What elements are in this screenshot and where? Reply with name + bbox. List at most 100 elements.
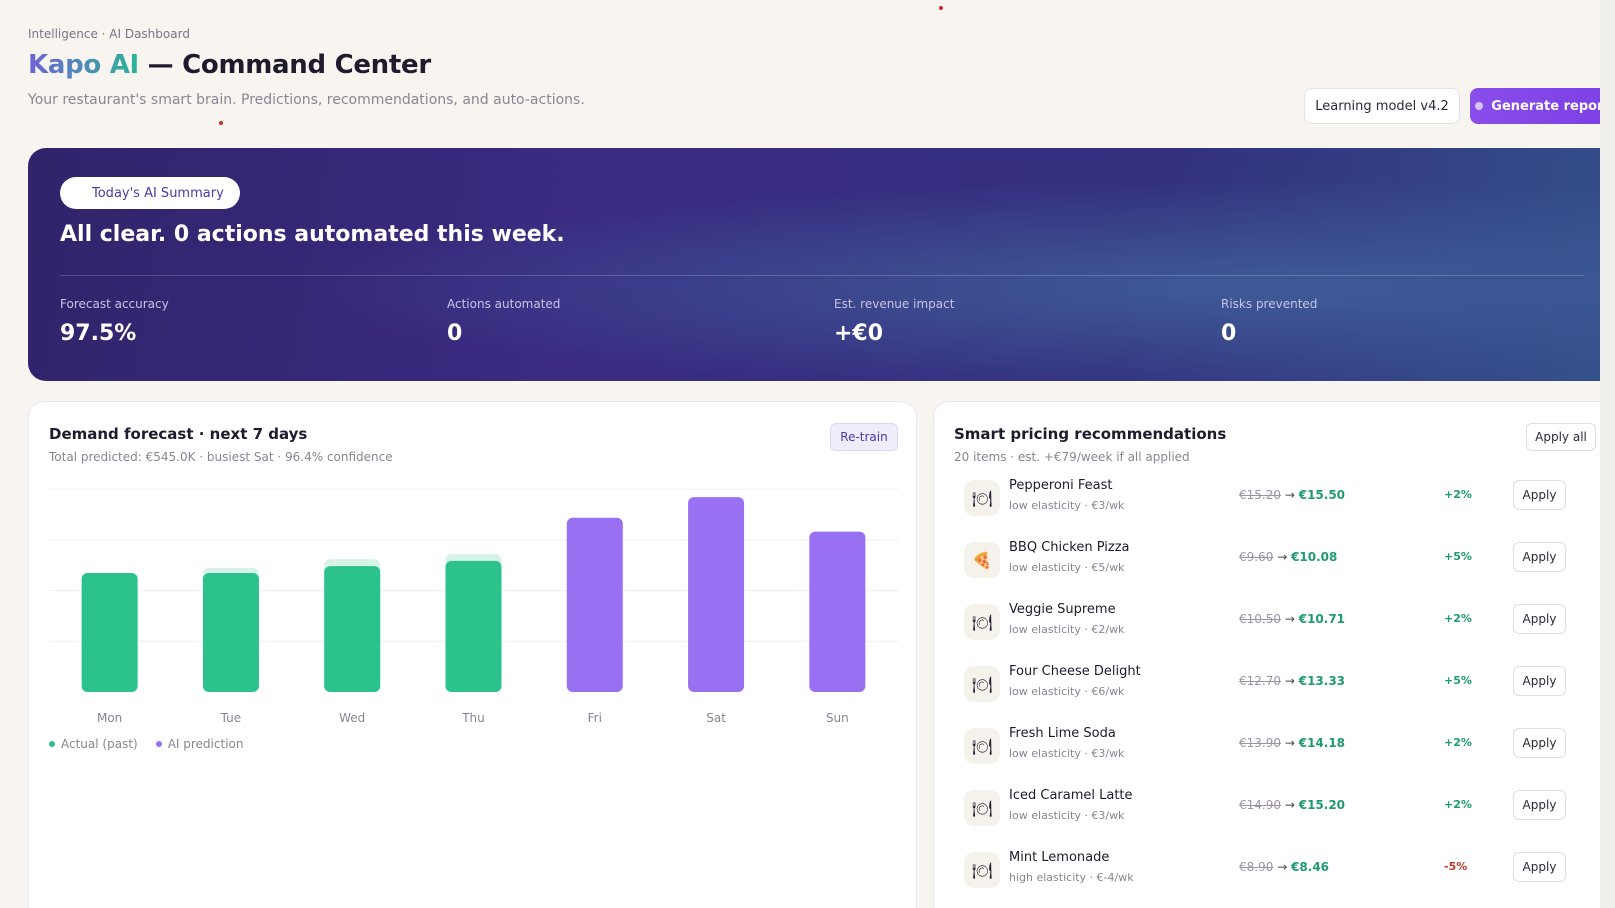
- item-name: Veggie Supreme: [1009, 602, 1116, 617]
- legend-label: Actual (past): [61, 737, 138, 751]
- bar-mon[interactable]: [81, 572, 138, 692]
- generate-report-label: Generate report: [1491, 98, 1610, 114]
- price-change: €15.20 → €15.50: [1239, 488, 1345, 502]
- dish-icon: 🍽: [964, 728, 1000, 764]
- percent-change: +2%: [1444, 736, 1472, 749]
- dish-icon: 🍽: [964, 790, 1000, 826]
- legend-swatch: [49, 741, 55, 747]
- bar-thu[interactable]: [445, 560, 502, 692]
- pricing-row: 🍽 Veggie Supreme low elasticity · €2/wk €10…: [964, 600, 1574, 656]
- card-subtitle: 20 items · est. +€79/week if all applied: [954, 450, 1190, 464]
- kpi-label: Risks prevented: [1221, 297, 1318, 311]
- apply-button[interactable]: Apply: [1513, 852, 1566, 882]
- price-change: €12.70 → €13.33: [1239, 674, 1345, 688]
- bar-fri[interactable]: [566, 517, 623, 692]
- arrow-icon: →: [1284, 798, 1295, 812]
- apply-button[interactable]: Apply: [1513, 790, 1566, 820]
- arrow-icon: →: [1277, 550, 1288, 564]
- percent-change: +2%: [1444, 798, 1472, 811]
- sparkle-icon: [1475, 102, 1484, 110]
- price-change: €9.60 → €10.08: [1239, 550, 1337, 564]
- decorative-dot: [939, 6, 943, 10]
- page-subtitle: Your restaurant's smart brain. Predictio…: [28, 92, 585, 108]
- chart-legend: Actual (past) AI prediction: [49, 737, 243, 751]
- new-price: €14.18: [1298, 736, 1346, 750]
- x-tick-label: Wed: [339, 711, 365, 725]
- ai-summary-panel: Today's AI Summary All clear. 0 actions …: [28, 148, 1615, 381]
- pricing-row: 🍽 Pepperoni Feast low elasticity · €3/wk €1…: [964, 476, 1574, 532]
- title-text: — Command Center: [138, 50, 432, 80]
- old-price: €14.90: [1239, 798, 1281, 812]
- item-name: Fresh Lime Soda: [1009, 726, 1116, 741]
- new-price: €8.46: [1291, 860, 1330, 874]
- item-name: Iced Caramel Latte: [1009, 788, 1133, 803]
- arrow-icon: →: [1284, 674, 1295, 688]
- smart-pricing-card: Smart pricing recommendations 20 items ·…: [933, 401, 1615, 908]
- item-name: Four Cheese Delight: [1009, 664, 1141, 679]
- x-tick-label: Sun: [826, 711, 849, 725]
- learning-model-button[interactable]: Learning model v4.2: [1304, 88, 1460, 124]
- x-tick-label: Mon: [97, 711, 122, 725]
- page-title: Kapo AI — Command Center: [28, 50, 431, 80]
- kpi-label: Actions automated: [447, 297, 561, 311]
- old-price: €12.70: [1239, 674, 1281, 688]
- price-change: €10.50 → €10.71: [1239, 612, 1345, 626]
- kpi-value: 97.5%: [60, 321, 137, 346]
- apply-button[interactable]: Apply: [1513, 604, 1566, 634]
- item-meta: low elasticity · €3/wk: [1009, 499, 1125, 512]
- x-tick-label: Tue: [220, 711, 242, 725]
- apply-all-button[interactable]: Apply all: [1526, 423, 1596, 451]
- arrow-icon: →: [1284, 488, 1295, 502]
- old-price: €8.90: [1239, 860, 1274, 874]
- scrollbar[interactable]: [1600, 0, 1615, 908]
- kpi-value: 0: [1221, 321, 1237, 346]
- breadcrumb: Intelligence · AI Dashboard: [28, 27, 190, 41]
- kpi-label: Forecast accuracy: [60, 297, 169, 311]
- old-price: €13.90: [1239, 736, 1281, 750]
- new-price: €10.71: [1298, 612, 1346, 626]
- item-name: Pepperoni Feast: [1009, 478, 1113, 493]
- demand-forecast-chart: Mon Tue Wed Thu Fri Sat Sun: [49, 488, 898, 725]
- divider: [60, 275, 1584, 276]
- price-change: €8.90 → €8.46: [1239, 860, 1329, 874]
- item-meta: low elasticity · €3/wk: [1009, 809, 1125, 822]
- item-meta: low elasticity · €5/wk: [1009, 561, 1125, 574]
- kpi-actions-automated: Actions automated 0: [447, 297, 560, 346]
- item-meta: low elasticity · €3/wk: [1009, 747, 1125, 760]
- bar-sat[interactable]: [688, 497, 745, 692]
- item-name: BBQ Chicken Pizza: [1009, 540, 1130, 555]
- dish-icon: 🍽: [964, 852, 1000, 888]
- apply-button[interactable]: Apply: [1513, 666, 1566, 696]
- x-tick-label: Fri: [588, 711, 602, 725]
- old-price: €10.50: [1239, 612, 1281, 626]
- summary-headline: All clear. 0 actions automated this week…: [60, 222, 565, 247]
- percent-change: -5%: [1444, 860, 1468, 873]
- kpi-forecast-accuracy: Forecast accuracy 97.5%: [60, 297, 169, 346]
- kpi-label: Est. revenue impact: [834, 297, 955, 311]
- pricing-row: 🍽 Mint Lemonade high elasticity · €-4/wk €8…: [964, 848, 1574, 904]
- bar-tue[interactable]: [202, 572, 259, 692]
- dish-icon: 🍽: [964, 480, 1000, 516]
- legend-actual: Actual (past): [49, 737, 138, 751]
- item-meta: high elasticity · €-4/wk: [1009, 871, 1134, 884]
- generate-report-button[interactable]: Generate report: [1470, 88, 1615, 124]
- demand-forecast-card: Demand forecast · next 7 days Total pred…: [28, 401, 917, 908]
- pricing-row: 🍕 BBQ Chicken Pizza low elasticity · €5/wk…: [964, 538, 1574, 594]
- dish-icon: 🍽: [964, 604, 1000, 640]
- apply-button[interactable]: Apply: [1513, 728, 1566, 758]
- dish-icon: 🍽: [964, 666, 1000, 702]
- percent-change: +2%: [1444, 488, 1472, 501]
- item-meta: low elasticity · €6/wk: [1009, 685, 1125, 698]
- arrow-icon: →: [1277, 860, 1288, 874]
- bar-wed[interactable]: [324, 566, 381, 692]
- x-tick-label: Thu: [461, 711, 485, 725]
- item-meta: low elasticity · €2/wk: [1009, 623, 1125, 636]
- apply-button[interactable]: Apply: [1513, 480, 1566, 510]
- percent-change: +2%: [1444, 612, 1472, 625]
- brand-name: Kapo AI: [28, 50, 139, 80]
- arrow-icon: →: [1284, 736, 1295, 750]
- bar-sun[interactable]: [809, 531, 866, 692]
- price-change: €13.90 → €14.18: [1239, 736, 1345, 750]
- apply-button[interactable]: Apply: [1513, 542, 1566, 572]
- pricing-row: 🍽 Iced Caramel Latte low elasticity · €3/w…: [964, 786, 1574, 842]
